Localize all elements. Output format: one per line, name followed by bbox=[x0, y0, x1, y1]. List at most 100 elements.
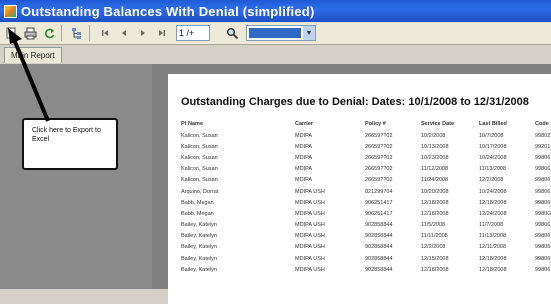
table-cell: Kalicon, Susan bbox=[181, 132, 218, 139]
table-cell: 12/18/2008 bbox=[479, 255, 507, 262]
table-cell: 902858844 bbox=[365, 255, 393, 262]
table-cell: Babb, Megan bbox=[181, 199, 214, 206]
table-cell: 26659??02 bbox=[365, 166, 393, 173]
table-cell: 10/20/2008 bbox=[421, 188, 449, 195]
table-cell: 12/18/2008 bbox=[479, 266, 507, 273]
table-cell: MDIPA bbox=[295, 177, 313, 184]
report-title: Outstanding Charges due to Denial: Dates… bbox=[181, 96, 529, 108]
first-page-icon[interactable] bbox=[97, 25, 113, 41]
table-cell: 12/18/2008 bbox=[421, 210, 449, 217]
table-cell: 12/24/2008 bbox=[479, 210, 507, 217]
table-cell: Kalicon, Susan bbox=[181, 177, 218, 184]
title-bar: Outstanding Balances With Denial (simpli… bbox=[0, 0, 551, 22]
print-icon[interactable] bbox=[22, 25, 38, 41]
table-row: Bailey, Katelyn MDIPA USH 902858844 12/2/20… bbox=[181, 242, 551, 253]
column-header: Last Billed bbox=[479, 120, 507, 127]
table-cell: 11/7/2008 bbox=[479, 222, 504, 229]
tab-main-report[interactable]: Main Report bbox=[4, 47, 62, 63]
table-cell: 12/18/2008 bbox=[421, 266, 449, 273]
zoom-select[interactable]: ▼ bbox=[246, 25, 316, 41]
table-cell: 99201 bbox=[535, 143, 551, 150]
table-cell: 12/2/2008 bbox=[479, 177, 504, 184]
table-cell: 10/24/2008 bbox=[479, 154, 507, 161]
table-cell: 9980GC bbox=[535, 210, 551, 217]
table-cell: MDIPA USH bbox=[295, 255, 325, 262]
table-cell: MDIPA bbox=[295, 154, 313, 161]
table-cell: 99806 bbox=[535, 222, 551, 229]
table-cell: 10/17/2008 bbox=[479, 143, 507, 150]
table-cell: 12/2/2008 bbox=[421, 244, 446, 251]
next-page-icon[interactable] bbox=[135, 25, 151, 41]
app-icon bbox=[4, 4, 17, 18]
table-cell: 821299704 bbox=[365, 188, 393, 195]
table-cell: Bailey, Katelyn bbox=[181, 222, 217, 229]
table-row: Kalicon, Susan MDIPA 26659??02 11/12/2008 11… bbox=[181, 164, 551, 175]
table-cell: 99806 bbox=[535, 266, 551, 273]
table-cell: 11/13/2008 bbox=[479, 166, 507, 173]
refresh-icon[interactable] bbox=[41, 25, 57, 41]
table-cell: 99802 bbox=[535, 132, 551, 139]
report-page: Outstanding Charges due to Denial: Dates… bbox=[168, 74, 551, 304]
table-cell: 906251417 bbox=[365, 210, 393, 217]
table-cell: 99806 bbox=[535, 199, 551, 206]
table-cell: Bailey, Katelyn bbox=[181, 244, 217, 251]
table-row: Babb, Megan MDIPA USH 906251417 12/18/2008 1… bbox=[181, 197, 551, 208]
table-cell: MDIPA USH bbox=[295, 266, 325, 273]
table-cell: MDIPA USH bbox=[295, 244, 325, 251]
export-icon[interactable] bbox=[3, 25, 19, 41]
table-cell: Bailey, Katelyn bbox=[181, 266, 217, 273]
chevron-down-icon[interactable]: ▼ bbox=[303, 26, 315, 40]
table-cell: MDIPA USH bbox=[295, 210, 325, 217]
table-row: Kalicon, Susan MDIPA 26659??02 10/23/2008 10… bbox=[181, 152, 551, 163]
table-cell: 99806 bbox=[535, 177, 551, 184]
toolbar-separator bbox=[89, 25, 90, 41]
tab-row: Main Report bbox=[0, 45, 551, 63]
table-cell: Arquino, Dorrat bbox=[181, 188, 219, 195]
table-row: Bailey, Katelyn MDIPA USH 902858844 11/11/2… bbox=[181, 231, 551, 242]
column-header: Policy # bbox=[365, 120, 386, 127]
table-cell: 12/11/2008 bbox=[479, 244, 507, 251]
column-header: Pt Name bbox=[181, 120, 204, 127]
table-cell: 10/2/2008 bbox=[421, 132, 446, 139]
table-cell: 902858844 bbox=[365, 222, 393, 229]
table-cell: 26659??02 bbox=[365, 132, 393, 139]
table-cell: 26659??02 bbox=[365, 143, 393, 150]
table-cell: MDIPA USH bbox=[295, 222, 325, 229]
prev-page-icon[interactable] bbox=[116, 25, 132, 41]
table-cell: Bailey, Katelyn bbox=[181, 255, 217, 262]
table-row: Bailey, Katelyn MDIPA USH 902858844 12/15/2… bbox=[181, 253, 551, 264]
report-viewer[interactable]: Outstanding Charges due to Denial: Dates… bbox=[152, 64, 551, 304]
table-cell: 12/15/2008 bbox=[421, 255, 449, 262]
table-cell: Bailey, Katelyn bbox=[181, 233, 217, 240]
table-cell: 902858844 bbox=[365, 244, 393, 251]
table-cell: 99806 bbox=[535, 255, 551, 262]
table-cell: Babb, Megan bbox=[181, 210, 214, 217]
page-number-field[interactable]: 1 /+ bbox=[176, 25, 210, 41]
last-page-icon[interactable] bbox=[154, 25, 170, 41]
table-cell: 902858844 bbox=[365, 233, 393, 240]
table-cell: 10/7/2008 bbox=[479, 132, 504, 139]
table-body: Kalicon, Susan MDIPA 26659??02 10/2/2008 10/… bbox=[181, 130, 551, 275]
table-cell: 99806 bbox=[535, 244, 551, 251]
group-tree-icon[interactable] bbox=[69, 25, 85, 41]
table-cell: 11/5/2008 bbox=[421, 222, 446, 229]
table-cell: MDIPA bbox=[295, 132, 313, 139]
table-header: Pt Name Carrier Policy # Service Date La… bbox=[181, 119, 551, 130]
report-table: Pt Name Carrier Policy # Service Date La… bbox=[181, 119, 551, 275]
table-cell: 902858844 bbox=[365, 266, 393, 273]
table-cell: 11/24/2008 bbox=[421, 177, 449, 184]
group-tree-pane bbox=[0, 64, 152, 289]
table-cell: MDIPA bbox=[295, 143, 313, 150]
table-row: Bailey, Katelyn MDIPA USH 902858844 12/18/2… bbox=[181, 264, 551, 275]
table-cell: 11/12/2008 bbox=[421, 166, 449, 173]
table-cell: MDIPA bbox=[295, 166, 313, 173]
toolbar-separator bbox=[61, 25, 62, 41]
table-row: Babb, Megan MDIPA USH 906251417 12/18/2008 1… bbox=[181, 208, 551, 219]
search-icon[interactable] bbox=[224, 25, 240, 41]
table-cell: 26659??02 bbox=[365, 177, 393, 184]
table-row: Bailey, Katelyn MDIPA USH 902858844 11/5/20… bbox=[181, 220, 551, 231]
table-row: Arquino, Dorrat MDIPA USH 821299704 10/20/2… bbox=[181, 186, 551, 197]
table-cell: 26659??02 bbox=[365, 154, 393, 161]
table-row: Kalicon, Susan MDIPA 26659??02 10/2/2008 10/… bbox=[181, 130, 551, 141]
table-row: Kalicon, Susan MDIPA 26659??02 11/24/2008 12… bbox=[181, 175, 551, 186]
